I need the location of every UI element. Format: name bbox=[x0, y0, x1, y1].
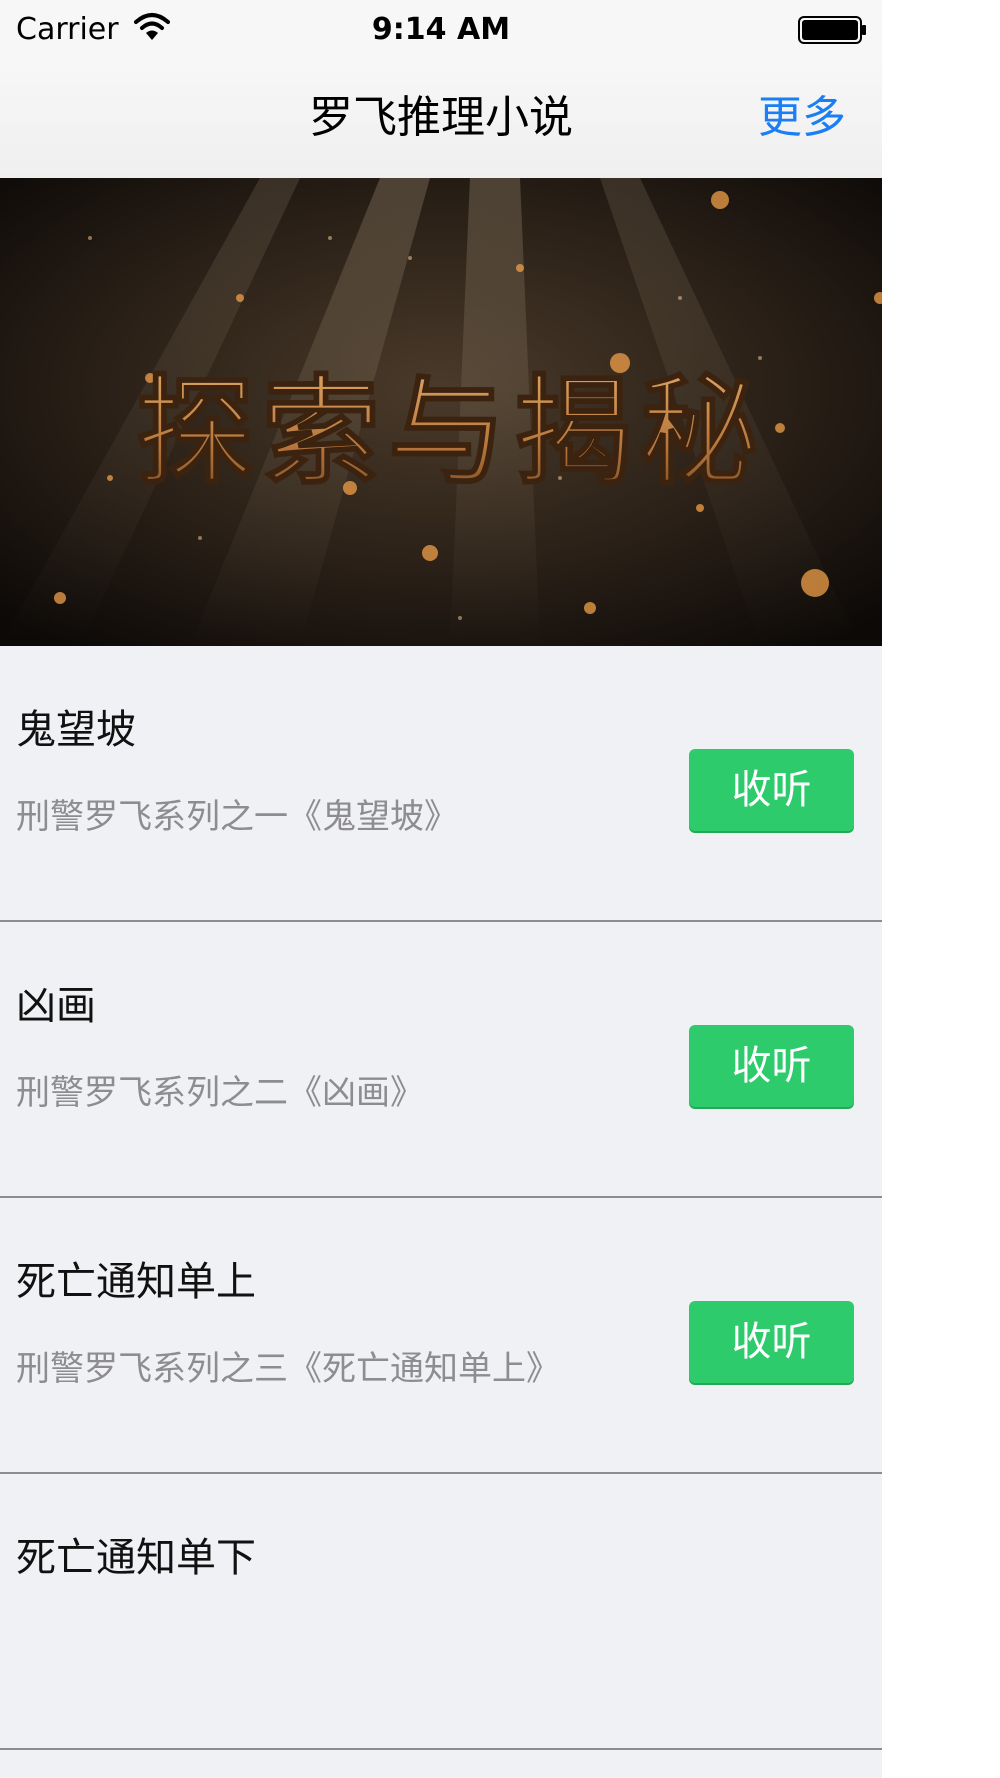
banner-image[interactable]: 探索与揭秘 bbox=[0, 178, 882, 646]
book-title: 凶画 bbox=[16, 983, 96, 1029]
list-item[interactable]: 死亡通知单上 刑警罗飞系列之三《死亡通知单上》 收听 bbox=[0, 1198, 882, 1474]
list-item[interactable]: 鬼望坡 刑警罗飞系列之一《鬼望坡》 收听 bbox=[0, 646, 882, 922]
book-list: 鬼望坡 刑警罗飞系列之一《鬼望坡》 收听 凶画 刑警罗飞系列之二《凶画》 收听 … bbox=[0, 646, 882, 1750]
banner-text: 探索与揭秘 bbox=[136, 362, 766, 501]
listen-button[interactable]: 收听 bbox=[689, 749, 854, 831]
book-subtitle: 刑警罗飞系列之三《死亡通知单上》 bbox=[16, 1349, 560, 1389]
navigation-bar: 罗飞推理小说 更多 bbox=[0, 60, 882, 178]
status-time: 9:14 AM bbox=[371, 12, 511, 47]
book-title: 死亡通知单下 bbox=[16, 1535, 256, 1581]
status-bar: Carrier 9:14 AM bbox=[0, 0, 882, 60]
book-title: 死亡通知单上 bbox=[16, 1259, 256, 1305]
more-button[interactable]: 更多 bbox=[758, 90, 846, 146]
list-item[interactable]: 死亡通知单下 bbox=[0, 1474, 882, 1750]
book-subtitle: 刑警罗飞系列之二《凶画》 bbox=[16, 1073, 424, 1113]
book-title: 鬼望坡 bbox=[16, 707, 136, 753]
list-item[interactable]: 凶画 刑警罗飞系列之二《凶画》 收听 bbox=[0, 922, 882, 1198]
book-subtitle: 刑警罗飞系列之一《鬼望坡》 bbox=[16, 797, 458, 837]
app-screen: Carrier 9:14 AM 罗飞推理小说 更多 探索与揭秘 鬼望坡 刑警罗飞… bbox=[0, 0, 882, 1778]
page-title: 罗飞推理小说 bbox=[309, 92, 573, 143]
battery-icon bbox=[798, 16, 868, 44]
listen-button[interactable]: 收听 bbox=[689, 1301, 854, 1383]
listen-button[interactable]: 收听 bbox=[689, 1025, 854, 1107]
